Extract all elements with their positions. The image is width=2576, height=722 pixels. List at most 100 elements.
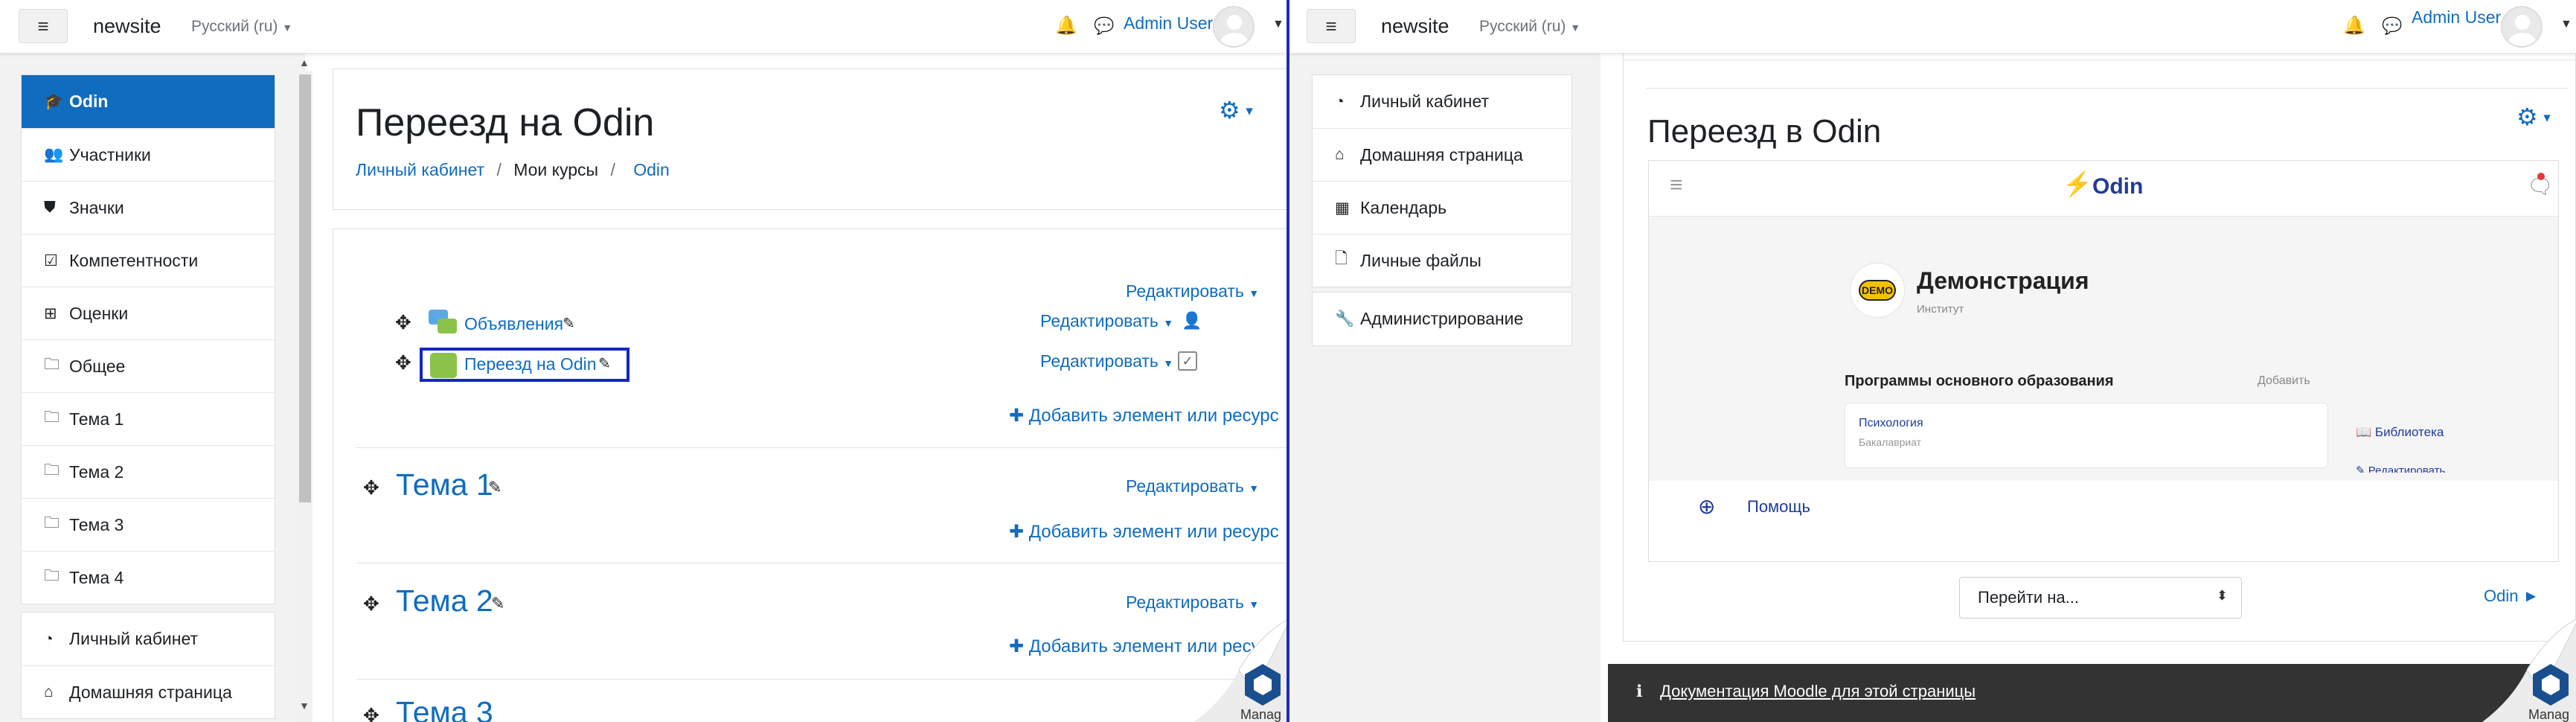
bars-icon: ≡ <box>37 14 49 37</box>
scroll-up-icon[interactable]: ▲ <box>299 57 310 68</box>
add-activity-link[interactable]: ✚ Добавить элемент или ресурс <box>1009 405 1279 427</box>
drawer-item[interactable]: 🗀 Тема 4 <box>22 551 275 604</box>
help-link[interactable]: Помощь <box>1747 497 1810 517</box>
drawer-item-label: Компетентности <box>69 250 199 270</box>
org-badge: DEMO <box>1859 280 1896 301</box>
forum-icon <box>429 308 458 335</box>
jump-to-select[interactable]: Перейти на... ⬍ <box>1959 577 2242 619</box>
drawer-item-label: Odin <box>69 92 109 111</box>
site-name-link[interactable]: newsite <box>1381 15 1449 38</box>
pencil-icon[interactable]: ✎ <box>563 314 575 333</box>
user-name[interactable]: Admin User <box>1124 13 1213 33</box>
move-icon[interactable]: ✥ <box>363 704 379 722</box>
activity-link-announcements[interactable]: Объявления <box>464 314 563 334</box>
folder-icon: 🗀 <box>44 514 60 531</box>
section-edit-menu[interactable]: Редактировать ▼ <box>1126 592 1259 613</box>
breadcrumb-course[interactable]: Odin <box>633 160 670 179</box>
move-icon[interactable]: ✥ <box>395 311 411 334</box>
activity-edit-menu[interactable]: Редактировать ▼ <box>1040 311 1173 331</box>
avatar[interactable] <box>2501 6 2543 48</box>
odin-help-bar: ⊕ Помощь <box>1649 481 2558 561</box>
wrench-icon: 🔧 <box>1335 310 1355 328</box>
section-title[interactable]: Тема 2 <box>396 584 493 619</box>
drawer-item-label: Личные файлы <box>1360 250 1481 270</box>
drawer-item-label: Личный кабинет <box>69 629 199 648</box>
admin-item[interactable]: 🔧 Администрирование <box>1313 293 1571 345</box>
drawer-item-label: Тема 3 <box>69 514 124 534</box>
drawer-item[interactable]: ⌂ Домашняя страница <box>22 665 275 718</box>
add-activity-link[interactable]: ✚ Добавить элемент или ресурс <box>1009 521 1279 543</box>
language-label: Русский (ru) <box>1479 18 1566 35</box>
check-square-icon: ☑ <box>44 252 58 269</box>
drawer-item-label: Значки <box>69 197 124 217</box>
scroll-down-icon[interactable]: ▼ <box>299 700 310 712</box>
folder-icon: 🗀 <box>44 566 60 584</box>
odin-header: ≡ ⚡ Odin 🗨 <box>1649 161 2558 217</box>
user-name[interactable]: Admin User <box>2412 7 2501 28</box>
move-icon[interactable]: ✥ <box>395 351 411 374</box>
bell-icon[interactable]: 🔔 <box>2343 15 2365 36</box>
embed-edit-link[interactable]: ✎ Редактировать <box>2356 464 2445 473</box>
section-edit-menu[interactable]: Редактировать ▼ <box>1126 281 1259 301</box>
avatar[interactable] <box>1213 6 1255 48</box>
drawer-item[interactable]: 🗀 Тема 2 <box>22 445 275 498</box>
pencil-icon[interactable]: ✎ <box>491 594 504 613</box>
page-title: Переезд в Odin <box>1647 113 1882 150</box>
next-activity-link[interactable]: Odin ► <box>2484 587 2539 606</box>
drawer-toggle-button[interactable]: ≡ <box>19 9 68 43</box>
activity-edit-menu[interactable]: Редактировать ▼ <box>1040 351 1173 371</box>
bars-icon: ≡ <box>1325 14 1337 37</box>
section-title[interactable]: Тема 1 <box>396 467 493 502</box>
drawer-item[interactable]: ▦ Календарь <box>1313 181 1571 234</box>
gear-icon[interactable]: ⚙ ▼ <box>1219 96 1255 124</box>
language-label: Русский (ru) <box>191 18 278 35</box>
drawer-item[interactable]: ⊞ Оценки <box>22 287 275 339</box>
drawer-item[interactable]: ◔ Личный кабинет <box>22 613 275 665</box>
select-arrows-icon: ⬍ <box>2216 588 2228 603</box>
program-card[interactable]: Психология Бакалавриат <box>1845 403 2328 468</box>
drawer-item[interactable]: ◔ Личный кабинет <box>1313 75 1571 128</box>
drawer-scrollbar-thumb[interactable] <box>299 74 311 502</box>
gear-icon[interactable]: ⚙ ▼ <box>2516 103 2553 131</box>
language-menu[interactable]: Русский (ru) ▼ <box>1479 18 1580 36</box>
drawer-item[interactable]: 👥 Участники <box>22 128 275 181</box>
drawer-item[interactable]: ⌂ Домашняя страница <box>1313 128 1571 181</box>
section-divider <box>356 679 1288 680</box>
drawer-item[interactable]: 🗀 Тема 3 <box>22 498 275 551</box>
caret-down-icon[interactable]: ▼ <box>1272 18 1284 31</box>
drawer-toggle-button[interactable]: ≡ <box>1307 9 1356 43</box>
library-link[interactable]: 📖 Библиотека <box>2356 425 2444 440</box>
folder-icon: 🗀 <box>44 461 60 479</box>
breadcrumb-dashboard[interactable]: Личный кабинет <box>356 160 484 179</box>
embedded-odin-page: ≡ ⚡ Odin 🗨 DEMO Демонстрация Институт Пр… <box>1648 160 2559 562</box>
drawer-item[interactable]: 🗀 Общее <box>22 339 275 392</box>
site-name-link[interactable]: newsite <box>93 15 161 38</box>
drawer-item[interactable]: ☑ Компетентности <box>22 234 275 287</box>
caret-down-icon[interactable]: ▼ <box>2560 18 2572 31</box>
completion-checkbox[interactable]: ✓ <box>1178 351 1197 371</box>
language-menu[interactable]: Русский (ru) ▼ <box>191 18 292 36</box>
section-edit-menu[interactable]: Редактировать ▼ <box>1126 476 1259 496</box>
drawer-item-label: Администрирование <box>1360 309 1524 328</box>
page-header-card: Переезд на Odin ⚙ ▼ Личный кабинет / Мои… <box>333 68 1288 210</box>
moodle-docs-link[interactable]: Документация Moodle для этой страницы <box>1660 682 1976 701</box>
breadcrumb-my-courses: Мои курсы <box>513 160 599 179</box>
chat-icon[interactable]: 💬 <box>2382 16 2402 36</box>
programs-add-link[interactable]: Добавить <box>2258 374 2310 388</box>
drawer-item[interactable]: 🎓 Odin <box>22 75 275 128</box>
drawer-item[interactable]: 🗋 Личные файлы <box>1313 234 1571 287</box>
drawer-item[interactable]: ⛊ Значки <box>22 181 275 234</box>
move-icon[interactable]: ✥ <box>363 592 379 616</box>
move-icon[interactable]: ✥ <box>363 476 379 499</box>
section-title[interactable]: Тема 3 <box>396 695 493 722</box>
bell-icon[interactable]: 🔔 <box>1055 15 1077 36</box>
chat-icon[interactable]: 💬 <box>1094 16 1114 36</box>
org-logo: DEMO <box>1850 263 1905 318</box>
pencil-icon[interactable]: ✎ <box>488 478 502 497</box>
site-nav: ◔ Личный кабинет ⌂ Домашняя страница ▦ Календ… <box>1312 74 1572 287</box>
drawer-item[interactable]: 🗀 Тема 1 <box>22 392 275 445</box>
site-nav: ◔ Личный кабинет ⌂ Домашняя страница <box>21 612 275 719</box>
bars-icon[interactable]: ≡ <box>1670 173 1683 198</box>
right-pane: ≡ newsite Русский (ru) ▼ 🔔 💬 Admin User … <box>1288 0 2576 722</box>
graduation-cap-icon: 🎓 <box>44 92 64 110</box>
